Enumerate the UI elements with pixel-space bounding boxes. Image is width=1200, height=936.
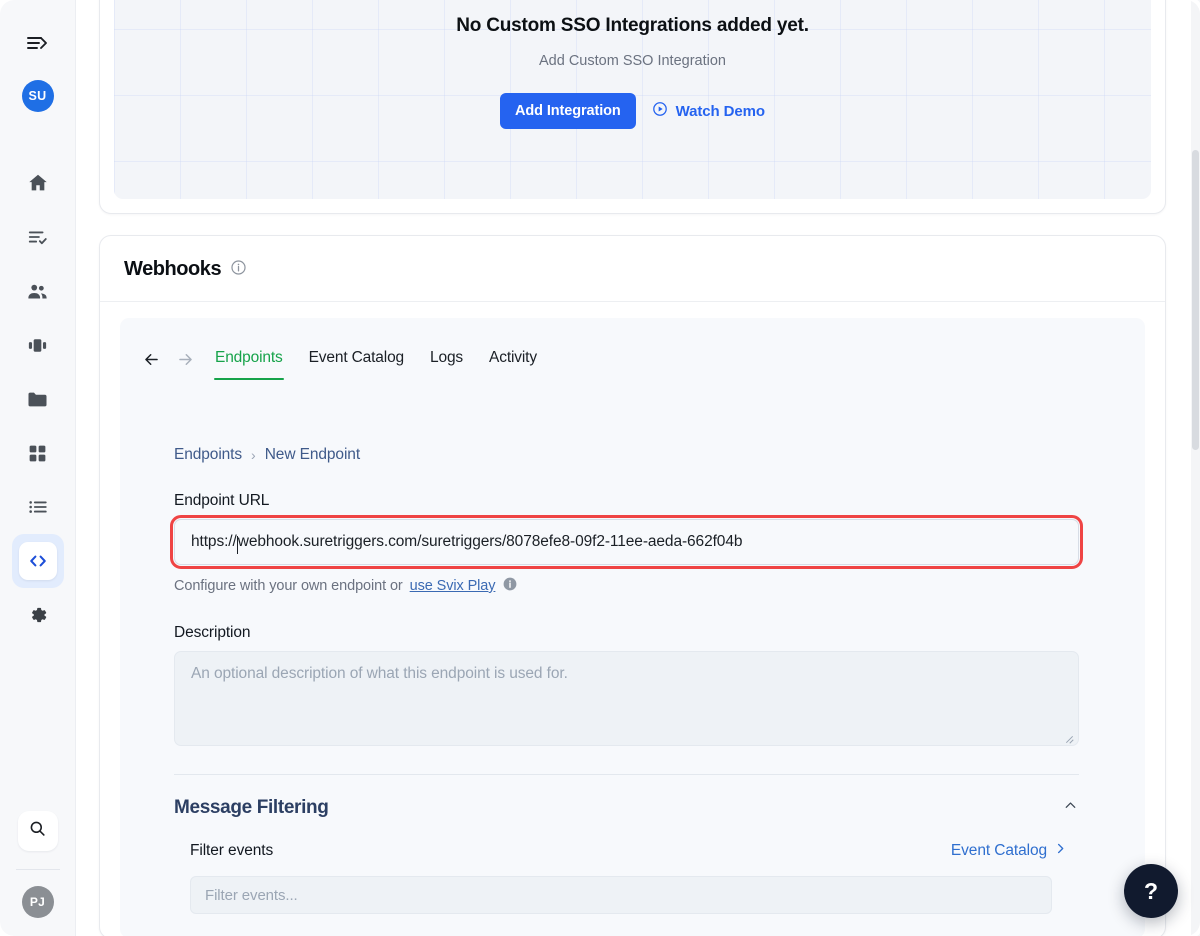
tab-activity[interactable]: Activity (476, 349, 550, 380)
scrollbar-thumb[interactable] (1192, 150, 1199, 450)
message-filtering-title: Message Filtering (174, 797, 329, 818)
sso-empty-state: No Custom SSO Integrations added yet. Ad… (114, 0, 1151, 199)
breadcrumb-endpoints[interactable]: Endpoints (174, 446, 242, 464)
tab-event-catalog[interactable]: Event Catalog (296, 349, 417, 380)
carousel-icon (26, 334, 49, 357)
breadcrumb-current: New Endpoint (264, 446, 361, 463)
folder-icon (26, 388, 49, 411)
scrollbar-track[interactable] (1191, 0, 1200, 936)
sso-actions: Add Integration Watch Demo (500, 93, 765, 129)
page-title: Webhooks (124, 258, 222, 280)
list-check-icon (27, 226, 49, 248)
tab-logs[interactable]: Logs (417, 349, 476, 380)
sso-empty-subtitle: Add Custom SSO Integration (539, 53, 726, 69)
text-caret (236, 536, 238, 554)
tab-endpoints[interactable]: Endpoints (202, 349, 296, 380)
description-placeholder: An optional description of what this end… (191, 665, 568, 682)
sso-integrations-card: No Custom SSO Integrations added yet. Ad… (99, 0, 1166, 214)
nav-forward-button[interactable] (168, 338, 202, 380)
event-catalog-label: Event Catalog (950, 842, 1047, 859)
filter-events-label: Filter events (190, 842, 274, 859)
nav-back-button[interactable] (134, 338, 168, 380)
app-window: SU PJ No Custom SSO Integrations added y… (0, 0, 1200, 936)
left-sidebar: SU PJ (0, 0, 76, 936)
watch-demo-link[interactable]: Watch Demo (652, 101, 765, 121)
sidebar-bottom: PJ (0, 811, 75, 936)
svix-tabs: Endpoints Event Catalog Logs Activity (120, 318, 1145, 380)
sidebar-nav (11, 156, 64, 642)
form-divider (174, 774, 1079, 775)
sidebar-item-contacts[interactable] (12, 264, 64, 318)
webhooks-header: Webhooks (100, 236, 1165, 302)
textarea-resize-handle[interactable] (1064, 732, 1074, 742)
add-integration-button[interactable]: Add Integration (500, 93, 636, 129)
sidebar-item-home[interactable] (12, 156, 64, 210)
description-input[interactable]: An optional description of what this end… (174, 651, 1079, 746)
endpoint-url-value-suffix: webhook.suretriggers.com/suretriggers/80… (237, 533, 743, 550)
new-endpoint-form: Endpoint URL https://webhook.suretrigger… (120, 492, 1083, 914)
home-icon (27, 172, 49, 194)
list-bullets-icon (27, 496, 49, 518)
chevron-right-icon (1053, 841, 1068, 861)
endpoint-url-input[interactable]: https://webhook.suretriggers.com/suretri… (170, 515, 1083, 569)
breadcrumb: Endpoints › New Endpoint (120, 380, 1145, 464)
code-brackets-icon (18, 542, 57, 580)
svix-play-info-icon[interactable] (502, 576, 518, 596)
main-content: No Custom SSO Integrations added yet. Ad… (76, 0, 1200, 936)
sidebar-item-campaigns[interactable] (12, 318, 64, 372)
grid-icon (27, 443, 48, 464)
filter-events-input[interactable]: Filter events... (190, 876, 1052, 914)
sidebar-divider (15, 869, 60, 870)
play-circle-icon (652, 101, 668, 121)
endpoint-url-label: Endpoint URL (174, 492, 270, 509)
endpoint-url-hint-text: Configure with your own endpoint or (174, 578, 403, 594)
info-circle-icon[interactable] (230, 259, 247, 281)
filter-events-row: Filter events Event Catalog (190, 841, 1068, 861)
chevron-up-icon[interactable] (1062, 797, 1079, 819)
help-button[interactable]: ? (1124, 864, 1178, 918)
sidebar-toggle-button[interactable] (20, 28, 56, 62)
svix-embed: Endpoints Event Catalog Logs Activity En… (120, 318, 1145, 936)
sidebar-item-lists[interactable] (12, 480, 64, 534)
workspace-avatar[interactable]: SU (21, 80, 54, 112)
event-catalog-link[interactable]: Event Catalog (951, 841, 1068, 861)
message-filtering-header[interactable]: Message Filtering (174, 797, 1079, 819)
sidebar-item-files[interactable] (12, 372, 64, 426)
description-label: Description (174, 624, 251, 641)
sidebar-item-settings[interactable] (12, 588, 64, 642)
sidebar-item-apps[interactable] (12, 426, 64, 480)
breadcrumb-separator-icon: › (251, 447, 256, 463)
gear-icon (27, 604, 49, 626)
search-icon (28, 819, 47, 843)
watch-demo-label: Watch Demo (675, 102, 765, 120)
search-button[interactable] (17, 811, 58, 851)
sso-empty-title: No Custom SSO Integrations added yet. (456, 15, 809, 36)
sidebar-expand-icon (26, 34, 50, 57)
webhooks-card: Webhooks Endpoints Event Catalog Logs Ac… (99, 235, 1166, 936)
user-avatar[interactable]: PJ (21, 886, 54, 918)
endpoint-url-value-prefix: https:// (191, 533, 237, 550)
sidebar-item-tasks[interactable] (12, 210, 64, 264)
endpoint-url-hint: Configure with your own endpoint or use … (174, 576, 1025, 596)
sidebar-item-developer[interactable] (11, 534, 64, 588)
filter-events-placeholder: Filter events... (205, 886, 298, 904)
people-icon (26, 280, 49, 303)
webhooks-body: Endpoints Event Catalog Logs Activity En… (100, 302, 1165, 936)
use-svix-play-link[interactable]: use Svix Play (410, 578, 496, 594)
